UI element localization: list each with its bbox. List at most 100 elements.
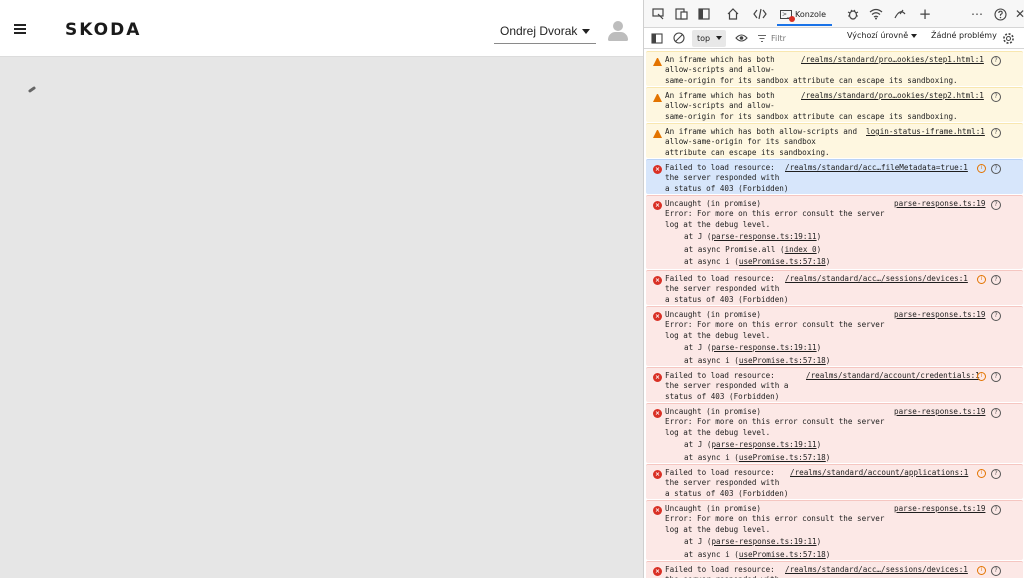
message-source-link[interactable]: parse-response.ts:19 <box>894 407 985 417</box>
caret-down-icon <box>716 36 722 40</box>
message-source-link[interactable]: /realms/standard/acc…/sessions/devices:1 <box>785 274 968 284</box>
live-expression-eye-icon[interactable] <box>734 31 748 45</box>
search-issue-icon[interactable]: ? <box>991 566 1001 576</box>
user-menu-select[interactable]: Ondrej Dvorak <box>494 18 596 44</box>
message-source-link[interactable]: /realms/standard/account/credentials:1 <box>806 371 980 381</box>
console-error-message[interactable]: × Uncaught (in promise) Error: For more o… <box>646 500 1023 560</box>
console-error-message[interactable]: × Uncaught (in promise) Error: For more o… <box>646 195 1023 269</box>
stack-trace-link[interactable]: parse-response.ts:19:11 <box>711 343 816 352</box>
message-source-link[interactable]: /realms/standard/acc…fileMetadata=true:1 <box>785 163 968 173</box>
console-warning-message[interactable]: An iframe which has both allow-scripts a… <box>646 51 1023 86</box>
search-issue-icon[interactable]: ? <box>991 372 1001 382</box>
context-value: top <box>697 34 711 43</box>
stack-trace-link[interactable]: parse-response.ts:19:11 <box>711 232 816 241</box>
info-icon[interactable]: i <box>977 372 986 381</box>
device-toolbar-icon[interactable] <box>673 6 689 22</box>
stack-trace-suffix: ) <box>816 537 822 546</box>
search-issue-icon[interactable]: ? <box>991 128 1001 138</box>
message-text: Uncaught (in promise) Error: For more on… <box>665 407 885 437</box>
stack-trace-prefix: at J ( <box>684 440 712 449</box>
console-error-message[interactable]: ×Failed to load resource: the server res… <box>646 367 1023 402</box>
stack-trace-prefix: at async i ( <box>684 452 739 462</box>
context-select[interactable]: top <box>692 30 726 47</box>
message-text: Uncaught (in promise) Error: For more on… <box>665 310 885 340</box>
console-toolbar: top Filtr Výchozí úrovně Žádné problémy <box>644 28 1024 49</box>
elements-code-icon[interactable] <box>752 6 768 22</box>
console-error-message[interactable]: × Uncaught (in promise) Error: For more o… <box>646 306 1023 366</box>
console-warning-message[interactable]: An iframe which has both allow-scripts a… <box>646 123 1023 158</box>
tab-console-label: Konzole <box>795 9 827 19</box>
menu-icon[interactable] <box>14 24 26 35</box>
avatar-icon[interactable] <box>608 21 628 41</box>
search-issue-icon[interactable]: ? <box>991 164 1001 174</box>
search-issue-icon[interactable]: ? <box>991 56 1001 66</box>
error-icon: × <box>653 373 662 382</box>
settings-gear-icon[interactable] <box>1001 31 1015 45</box>
message-source-link[interactable]: parse-response.ts:19 <box>894 310 985 320</box>
info-icon[interactable]: i <box>977 275 986 284</box>
error-icon: × <box>653 409 662 418</box>
message-text: Failed to load resource: the server resp… <box>665 468 789 498</box>
search-issue-icon[interactable]: ? <box>991 469 1001 479</box>
stack-trace-prefix: at async i ( <box>684 257 739 266</box>
network-wifi-icon[interactable] <box>868 6 884 22</box>
stack-trace-prefix: at J ( <box>684 537 712 546</box>
stack-trace-suffix: ) <box>816 343 822 352</box>
filter-input[interactable]: Filtr <box>757 31 837 46</box>
stack-trace-link[interactable]: usePromise.ts:57:18 <box>739 453 826 462</box>
message-source-link[interactable]: parse-response.ts:19 <box>894 199 985 209</box>
bug-icon[interactable] <box>845 6 861 22</box>
stack-trace-link[interactable]: parse-response.ts:19:11 <box>711 440 816 449</box>
stack-trace-link[interactable]: usePromise.ts:57:18 <box>739 356 826 365</box>
message-source-link[interactable]: /realms/standard/account/applications:1 <box>790 468 968 478</box>
add-tab-icon[interactable]: + <box>917 5 933 23</box>
message-source-link[interactable]: /realms/standard/pro…ookies/step1.html:1 <box>801 55 984 65</box>
message-source-link[interactable]: parse-response.ts:19 <box>894 504 985 514</box>
clear-console-icon[interactable] <box>672 31 686 45</box>
search-issue-icon[interactable]: ? <box>991 408 1001 418</box>
console-error-message[interactable]: ×Failed to load resource: the server res… <box>646 561 1023 578</box>
more-options-icon[interactable]: ⋯ <box>969 6 985 22</box>
console-error-message[interactable]: × Uncaught (in promise) Error: For more o… <box>646 403 1023 463</box>
console-error-message[interactable]: ×Failed to load resource: the server res… <box>646 464 1023 499</box>
console-warning-message[interactable]: An iframe which has both allow-scripts a… <box>646 87 1023 122</box>
help-icon[interactable] <box>992 6 1008 22</box>
console-error-message[interactable]: ×Failed to load resource: the server res… <box>646 270 1023 305</box>
search-issue-icon[interactable]: ? <box>991 200 1001 210</box>
inspect-element-icon[interactable] <box>650 6 666 22</box>
log-levels-dropdown[interactable]: Výchozí úrovně <box>847 31 918 40</box>
close-icon[interactable]: ✕ <box>1012 6 1024 22</box>
brand-logo[interactable]: SKODA <box>65 20 141 40</box>
warning-icon <box>653 129 662 138</box>
issues-button[interactable]: Žádné problémy <box>931 31 997 40</box>
console-messages: An iframe which has both allow-scripts a… <box>644 49 1024 578</box>
info-icon[interactable]: i <box>977 469 986 478</box>
search-issue-icon[interactable]: ? <box>991 311 1001 321</box>
stack-trace-link[interactable]: parse-response.ts:19:11 <box>711 537 816 546</box>
stack-trace-link[interactable]: index 0 <box>785 245 817 254</box>
search-issue-icon[interactable]: ? <box>991 275 1001 285</box>
message-source-link[interactable]: /realms/standard/acc…/sessions/devices:1 <box>785 565 968 575</box>
home-icon[interactable] <box>725 6 741 22</box>
caret-down-icon <box>911 33 918 38</box>
stack-trace-line: at J (parse-response.ts:19:11) <box>684 440 821 450</box>
console-icon: >_ <box>780 9 795 22</box>
console-error-message[interactable]: ×Failed to load resource: the server res… <box>646 159 1023 194</box>
error-icon: × <box>653 506 662 515</box>
performance-icon[interactable] <box>892 6 908 22</box>
search-issue-icon[interactable]: ? <box>991 92 1001 102</box>
search-issue-icon[interactable]: ? <box>991 505 1001 515</box>
info-icon[interactable]: i <box>977 164 986 173</box>
info-icon[interactable]: i <box>977 566 986 575</box>
message-source-link[interactable]: login-status-iframe.html:1 <box>866 127 985 137</box>
stack-trace-link[interactable]: usePromise.ts:57:18 <box>739 257 826 266</box>
dock-side-icon[interactable] <box>696 6 712 22</box>
devtools-panel: >_ Konzole + ⋯ ✕ top Filtr Výchozí úrovn… <box>643 0 1024 578</box>
stack-trace-line: at async i (usePromise.ts:57:18) <box>684 257 830 267</box>
stack-trace-line: at async Promise.all (index 0) <box>684 245 821 255</box>
stack-trace-prefix: at J ( <box>684 343 712 352</box>
stack-trace-link[interactable]: usePromise.ts:57:18 <box>739 550 826 559</box>
message-source-link[interactable]: /realms/standard/pro…ookies/step2.html:1 <box>801 91 984 101</box>
tab-console[interactable]: >_ Konzole <box>777 4 833 26</box>
sidebar-toggle-icon[interactable] <box>650 31 664 45</box>
